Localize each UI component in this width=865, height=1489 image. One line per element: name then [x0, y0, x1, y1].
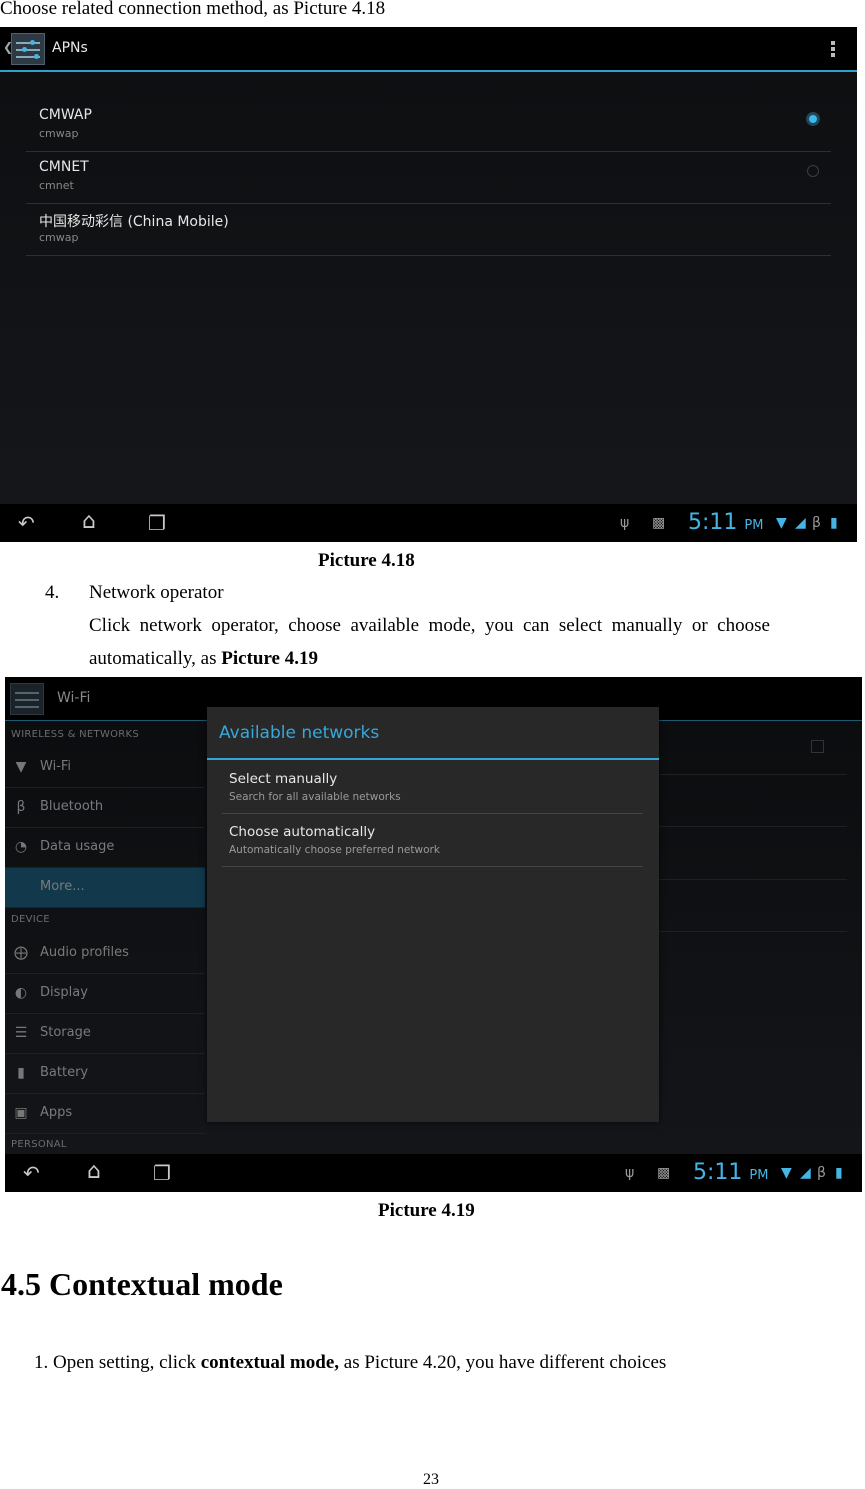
- bluetooth-icon: β: [812, 515, 821, 531]
- section-header: WIRELESS & NETWORKS: [11, 729, 140, 740]
- select-manually-option[interactable]: Select manually Search for all available…: [222, 761, 643, 814]
- screenshot-available-networks: Wi-Fi WIRELESS & NETWORKS ▼ Wi-Fi β Blue…: [5, 677, 862, 1192]
- settings-sliders-icon[interactable]: [10, 683, 44, 715]
- settings-sliders-icon[interactable]: [11, 33, 45, 65]
- section-heading: 4.5 Contextual mode: [1, 1266, 283, 1302]
- screenshot-apns: ❮ APNs CMWAP cmwap CMNET cmnet 中国移动彩信 (C…: [0, 27, 857, 542]
- audio-profiles-icon: ⨁: [14, 945, 28, 961]
- wifi-icon: ▼: [15, 759, 27, 775]
- wifi-icon: ▼: [776, 515, 787, 531]
- caption-picture-4-18: Picture 4.18: [318, 550, 415, 571]
- back-icon[interactable]: ↶: [18, 513, 35, 533]
- apn-name: 中国移动彩信 (China Mobile): [39, 214, 229, 230]
- apn-name: CMWAP: [39, 107, 92, 123]
- android-icon: ▩: [652, 515, 666, 531]
- system-nav-bar: ↶ ⌂ ❐ ψ ▩ 5:11 PM ▼ ◢ β ▮: [5, 1154, 862, 1192]
- home-icon[interactable]: ⌂: [82, 511, 96, 533]
- dialog-title-divider: [207, 758, 659, 760]
- battery-charging-icon: ▮: [830, 515, 838, 531]
- apn-name: CMNET: [39, 159, 89, 175]
- signal-icon: ◢: [800, 1165, 811, 1181]
- dialog-title: Available networks: [219, 723, 380, 743]
- signal-icon: ◢: [795, 515, 806, 531]
- sidebar-item-battery[interactable]: ▮ Battery: [5, 1054, 205, 1094]
- sidebar-item-wifi[interactable]: ▼ Wi-Fi: [5, 748, 205, 788]
- apn-value: cmnet: [39, 179, 74, 192]
- android-icon: ▩: [657, 1165, 671, 1181]
- available-networks-dialog: Available networks Select manually Searc…: [207, 707, 659, 1122]
- apn-value: cmwap: [39, 127, 79, 140]
- apn-item[interactable]: CMWAP cmwap: [26, 99, 831, 152]
- battery-charging-icon: ▮: [835, 1165, 843, 1181]
- section-header: DEVICE: [11, 914, 50, 925]
- radio-unselected[interactable]: [807, 165, 819, 177]
- bluetooth-icon: β: [817, 1165, 826, 1181]
- step-number: 4.: [45, 582, 60, 603]
- usb-icon: ψ: [620, 515, 630, 531]
- step-body-line2: automatically, as Picture 4.19: [89, 648, 318, 669]
- sidebar-item-audio-profiles[interactable]: ⨁ Audio profiles: [5, 934, 205, 974]
- settings-sidebar: WIRELESS & NETWORKS ▼ Wi-Fi β Bluetooth …: [5, 721, 205, 1154]
- home-icon[interactable]: ⌂: [87, 1161, 101, 1183]
- page-title: Wi-Fi: [57, 690, 91, 706]
- apn-item[interactable]: CMNET cmnet: [26, 151, 831, 204]
- apps-icon: ▣: [14, 1105, 28, 1121]
- radio-selected[interactable]: [807, 113, 819, 125]
- page-title: APNs: [52, 40, 88, 56]
- step-title: Network operator: [89, 582, 224, 603]
- step-body: Click network operator, choose available…: [89, 615, 770, 636]
- sidebar-item-bluetooth[interactable]: β Bluetooth: [5, 788, 205, 828]
- choose-automatically-option[interactable]: Choose automatically Automatically choos…: [222, 814, 643, 867]
- wifi-icon: ▼: [781, 1165, 792, 1181]
- bluetooth-icon: β: [16, 799, 26, 815]
- system-nav-bar: ↶ ⌂ ❐ ψ ▩ 5:11 PM ▼ ◢ β ▮: [0, 504, 857, 542]
- sidebar-item-more[interactable]: More...: [5, 868, 205, 908]
- apn-item[interactable]: 中国移动彩信 (China Mobile) cmwap: [26, 203, 831, 256]
- sidebar-item-data-usage[interactable]: ◔ Data usage: [5, 828, 205, 868]
- usb-icon: ψ: [625, 1165, 635, 1181]
- sidebar-item-display[interactable]: ◐ Display: [5, 974, 205, 1014]
- action-bar: ❮ APNs: [0, 27, 857, 72]
- clock: 5:11 PM: [693, 1160, 769, 1185]
- apn-value: cmwap: [39, 231, 79, 244]
- recent-apps-icon[interactable]: ❐: [153, 1163, 171, 1183]
- checkbox[interactable]: [811, 740, 824, 753]
- caption-picture-4-19: Picture 4.19: [378, 1200, 475, 1221]
- step1-text: 1. Open setting, click contextual mode, …: [34, 1352, 667, 1373]
- sidebar-item-apps[interactable]: ▣ Apps: [5, 1094, 205, 1134]
- storage-icon: ☰: [14, 1025, 28, 1041]
- overflow-menu-icon[interactable]: [831, 41, 835, 59]
- display-icon: ◐: [14, 985, 28, 1001]
- section-header: PERSONAL: [11, 1139, 67, 1150]
- page-number: 23: [423, 1471, 439, 1488]
- sidebar-item-storage[interactable]: ☰ Storage: [5, 1014, 205, 1054]
- back-icon[interactable]: ↶: [23, 1163, 40, 1183]
- recent-apps-icon[interactable]: ❐: [148, 513, 166, 533]
- intro-text: Choose related connection method, as Pic…: [0, 0, 386, 19]
- clock: 5:11 PM: [688, 510, 764, 535]
- battery-icon: ▮: [17, 1065, 25, 1081]
- data-usage-icon: ◔: [14, 839, 28, 855]
